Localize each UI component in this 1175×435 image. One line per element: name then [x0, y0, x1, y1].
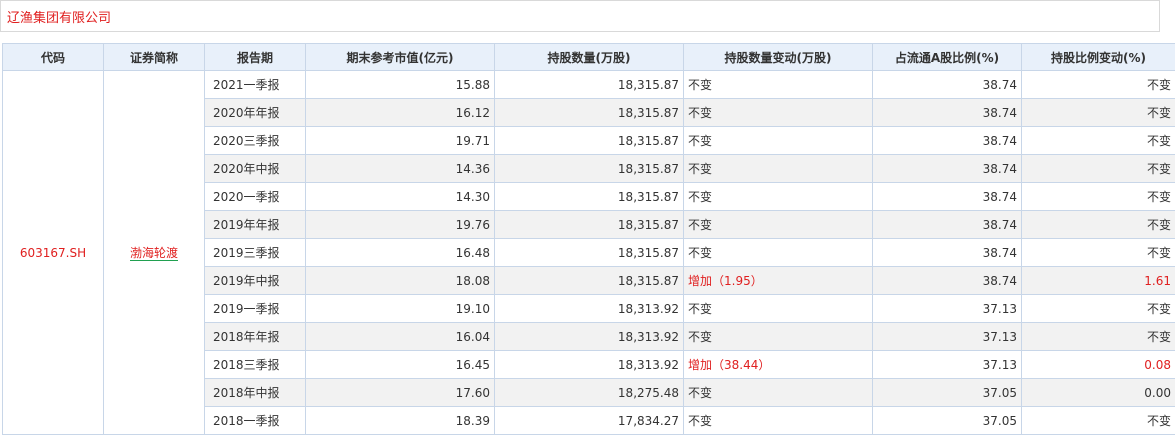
market-value-cell: 19.76 [305, 210, 495, 239]
period-cell: 2018年年报 [204, 322, 306, 351]
shares-change-cell: 不变 [683, 378, 873, 407]
period-cell: 2019三季报 [204, 238, 306, 267]
ratio-change-cell: 不变 [1021, 238, 1175, 267]
market-value-cell: 19.10 [305, 294, 495, 323]
ratio-change-cell: 不变 [1021, 210, 1175, 239]
shares-change-cell: 不变 [683, 182, 873, 211]
float-ratio-cell: 37.05 [872, 406, 1022, 435]
title-bar: 辽渔集团有限公司 [0, 0, 1160, 32]
shares-change-cell: 不变 [683, 238, 873, 267]
period-cell: 2020年中报 [204, 154, 306, 183]
shares-cell: 18,315.87 [494, 210, 684, 239]
shares-change-cell: 增加（38.44） [683, 350, 873, 379]
shares-cell: 18,315.87 [494, 98, 684, 127]
period-cell: 2018三季报 [204, 350, 306, 379]
shares-cell: 18,315.87 [494, 238, 684, 267]
float-ratio-cell: 37.13 [872, 350, 1022, 379]
market-value-cell: 17.60 [305, 378, 495, 407]
shares-change-cell: 不变 [683, 322, 873, 351]
shares-change-cell: 不变 [683, 294, 873, 323]
col-header-market-value[interactable]: 期末参考市值(亿元) [305, 43, 495, 71]
period-cell: 2020年年报 [204, 98, 306, 127]
period-cell: 2020三季报 [204, 126, 306, 155]
ratio-change-cell: 不变 [1021, 154, 1175, 183]
period-cell: 2020一季报 [204, 182, 306, 211]
col-header-name[interactable]: 证券简称 [103, 43, 205, 71]
ratio-change-cell: 不变 [1021, 98, 1175, 127]
shares-cell: 18,315.87 [494, 70, 684, 99]
holdings-table-wrap: 代码 证券简称 报告期 期末参考市值(亿元) 持股数量(万股) 持股数量变动(万… [2, 43, 1175, 435]
col-header-shares-change[interactable]: 持股数量变动(万股) [683, 43, 873, 71]
holdings-table: 代码 证券简称 报告期 期末参考市值(亿元) 持股数量(万股) 持股数量变动(万… [2, 43, 1175, 435]
shares-cell: 18,315.87 [494, 154, 684, 183]
ratio-change-cell: 不变 [1021, 406, 1175, 435]
shares-cell: 18,313.92 [494, 322, 684, 351]
market-value-cell: 14.30 [305, 182, 495, 211]
table-header-row: 代码 证券简称 报告期 期末参考市值(亿元) 持股数量(万股) 持股数量变动(万… [2, 43, 1175, 71]
stock-name-link[interactable]: 渤海轮渡 [129, 246, 178, 261]
ratio-change-cell: 不变 [1021, 70, 1175, 99]
stock-code-link[interactable]: 603167.SH [20, 246, 86, 260]
float-ratio-cell: 38.74 [872, 266, 1022, 295]
col-header-shares[interactable]: 持股数量(万股) [494, 43, 684, 71]
shares-change-cell: 不变 [683, 154, 873, 183]
shares-cell: 18,315.87 [494, 126, 684, 155]
shares-cell: 18,275.48 [494, 378, 684, 407]
period-cell: 2021一季报 [204, 70, 306, 99]
market-value-cell: 14.36 [305, 154, 495, 183]
col-header-float-ratio[interactable]: 占流通A股比例(%) [872, 43, 1022, 71]
float-ratio-cell: 38.74 [872, 154, 1022, 183]
ratio-change-cell: 0.00 [1021, 378, 1175, 407]
float-ratio-cell: 37.05 [872, 378, 1022, 407]
float-ratio-cell: 38.74 [872, 98, 1022, 127]
col-header-period[interactable]: 报告期 [204, 43, 306, 71]
float-ratio-cell: 38.74 [872, 210, 1022, 239]
ratio-change-cell: 不变 [1021, 182, 1175, 211]
shares-cell: 17,834.27 [494, 406, 684, 435]
ratio-change-cell: 不变 [1021, 322, 1175, 351]
market-value-cell: 16.04 [305, 322, 495, 351]
shares-cell: 18,315.87 [494, 266, 684, 295]
code-cell: 603167.SH [2, 70, 104, 435]
float-ratio-cell: 37.13 [872, 322, 1022, 351]
market-value-cell: 18.08 [305, 266, 495, 295]
shares-change-cell: 不变 [683, 210, 873, 239]
period-cell: 2019一季报 [204, 294, 306, 323]
period-cell: 2019年中报 [204, 266, 306, 295]
market-value-cell: 16.12 [305, 98, 495, 127]
shares-cell: 18,313.92 [494, 350, 684, 379]
float-ratio-cell: 37.13 [872, 294, 1022, 323]
shares-cell: 18,315.87 [494, 182, 684, 211]
shares-change-cell: 不变 [683, 126, 873, 155]
market-value-cell: 16.45 [305, 350, 495, 379]
ratio-change-cell: 不变 [1021, 294, 1175, 323]
table-row: 603167.SH 渤海轮渡 2021一季报 15.88 18,315.87 不变 38.7… [2, 70, 1175, 435]
shares-cell: 18,313.92 [494, 294, 684, 323]
shares-change-cell: 不变 [683, 70, 873, 99]
float-ratio-cell: 38.74 [872, 70, 1022, 99]
ratio-change-cell: 不变 [1021, 126, 1175, 155]
shares-change-cell: 增加（1.95） [683, 266, 873, 295]
float-ratio-cell: 38.74 [872, 238, 1022, 267]
shares-change-cell: 不变 [683, 98, 873, 127]
float-ratio-cell: 38.74 [872, 126, 1022, 155]
company-link[interactable]: 辽渔集团有限公司 [7, 7, 111, 26]
ratio-change-cell: 1.61 [1021, 266, 1175, 295]
ratio-change-cell: 0.08 [1021, 350, 1175, 379]
market-value-cell: 18.39 [305, 406, 495, 435]
shares-change-cell: 不变 [683, 406, 873, 435]
period-cell: 2018年中报 [204, 378, 306, 407]
col-header-code[interactable]: 代码 [2, 43, 104, 71]
col-header-ratio-change[interactable]: 持股比例变动(%) [1021, 43, 1175, 71]
stock-name-cell: 渤海轮渡 [103, 70, 205, 435]
market-value-cell: 15.88 [305, 70, 495, 99]
market-value-cell: 16.48 [305, 238, 495, 267]
period-cell: 2019年年报 [204, 210, 306, 239]
market-value-cell: 19.71 [305, 126, 495, 155]
float-ratio-cell: 38.74 [872, 182, 1022, 211]
period-cell: 2018一季报 [204, 406, 306, 435]
